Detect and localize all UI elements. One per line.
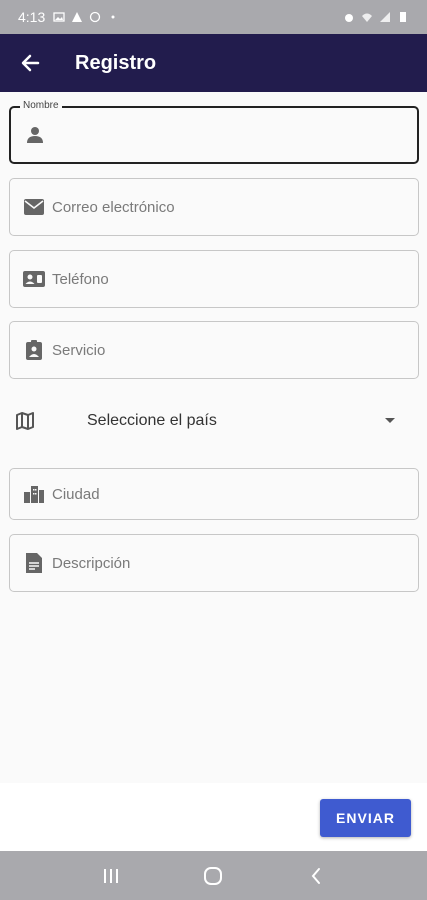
send-button[interactable]: ENVIAR [320,799,411,837]
recents-icon [104,868,119,883]
whatsapp-icon [90,11,101,23]
back-icon [311,867,320,884]
home-icon [204,866,223,885]
system-nav-bar [0,851,427,900]
service-placeholder: Servicio [52,341,106,359]
country-select-value: Seleccione el país [87,412,217,429]
phone-placeholder: Teléfono [52,270,109,288]
contact-phone-icon [22,267,46,291]
map-icon [13,409,37,433]
description-field[interactable]: Descripción [9,534,419,592]
dot-icon [111,15,115,19]
arrow-back-icon [21,54,40,72]
recents-button[interactable] [91,856,131,896]
status-bar: 4:13 [0,0,427,34]
name-label: Nombre [20,100,62,111]
email-placeholder: Correo electrónico [52,198,175,216]
page-title: Registro [75,51,157,74]
document-icon [22,551,46,575]
home-button[interactable] [193,856,233,896]
email-field[interactable]: Correo electrónico [9,178,419,236]
app-bar: Registro [0,34,427,92]
city-icon [22,482,46,506]
badge-icon [22,338,46,362]
nav-back-button[interactable] [296,856,336,896]
mail-icon [22,195,46,219]
signal-icon [380,12,390,22]
phone-field[interactable]: Teléfono [9,250,419,308]
alarm-icon [345,14,353,22]
city-placeholder: Ciudad [52,485,100,503]
battery-icon [400,12,406,22]
image-icon [53,12,65,22]
warning-icon [72,12,83,22]
city-field[interactable]: Ciudad [9,468,419,520]
name-field[interactable]: Nombre [9,100,419,164]
service-field[interactable]: Servicio [9,321,419,379]
status-time: 4:13 [18,9,46,25]
back-button[interactable] [0,34,60,92]
wifi-icon [362,13,372,22]
person-icon [23,123,47,147]
country-select[interactable]: Seleccione el país [9,393,419,449]
description-placeholder: Descripción [52,554,131,572]
chevron-down-icon [385,418,395,423]
